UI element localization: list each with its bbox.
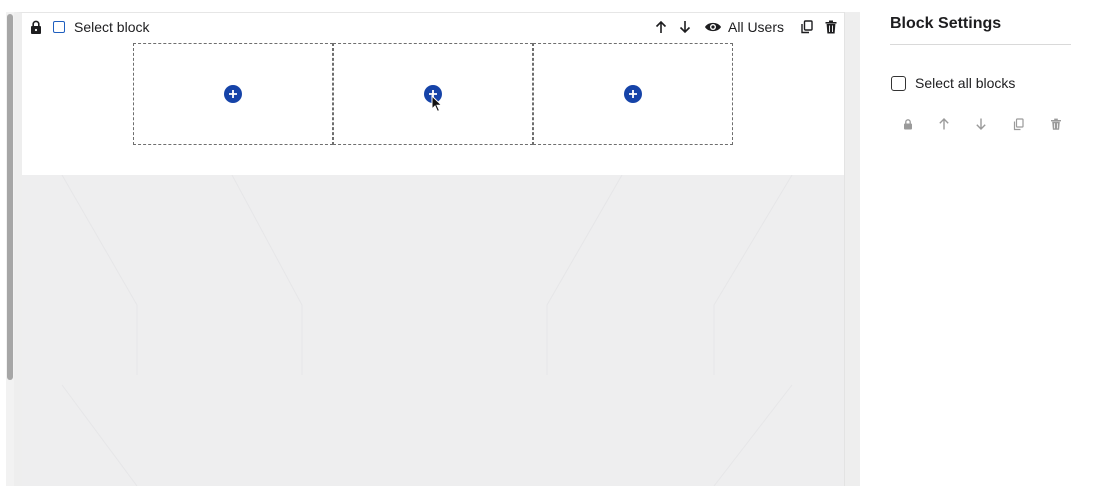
- lock-icon[interactable]: [901, 117, 915, 131]
- select-all-label[interactable]: Select all blocks: [915, 75, 1015, 92]
- arrow-up-icon[interactable]: [654, 20, 668, 34]
- select-block-label[interactable]: Select block: [74, 19, 149, 35]
- arrow-up-icon[interactable]: [937, 117, 951, 131]
- block-settings-panel: Block Settings Select all blocks: [862, 0, 1100, 486]
- copy-icon[interactable]: [801, 20, 813, 34]
- column-2[interactable]: [333, 43, 533, 145]
- empty-canvas-area: [22, 175, 844, 486]
- select-all-checkbox[interactable]: [891, 76, 906, 91]
- content-block[interactable]: Select block All Users: [22, 13, 844, 175]
- column-3[interactable]: [533, 43, 733, 145]
- editor-area: Select block All Users: [0, 0, 862, 486]
- plus-icon: [229, 90, 237, 98]
- arrow-down-icon[interactable]: [678, 20, 692, 34]
- scrollbar-thumb[interactable]: [7, 14, 13, 380]
- page-builder: Select block All Users Block Settings Se…: [0, 0, 1100, 486]
- plus-icon: [629, 90, 637, 98]
- lock-icon[interactable]: [30, 20, 42, 34]
- column-row: [133, 43, 733, 145]
- arrow-down-icon[interactable]: [974, 117, 988, 131]
- visibility-label[interactable]: All Users: [728, 19, 784, 35]
- canvas-right-rail: [844, 12, 860, 486]
- trash-icon[interactable]: [825, 20, 837, 34]
- eye-icon[interactable]: [704, 20, 722, 34]
- mouse-cursor-icon: [431, 94, 443, 113]
- settings-title: Block Settings: [890, 15, 1002, 32]
- background-pattern: [61, 175, 793, 486]
- add-content-button[interactable]: [224, 85, 242, 103]
- add-content-button[interactable]: [624, 85, 642, 103]
- trash-icon[interactable]: [1049, 117, 1063, 131]
- vertical-scrollbar[interactable]: [6, 12, 14, 486]
- column-1[interactable]: [133, 43, 333, 145]
- copy-icon[interactable]: [1012, 117, 1026, 131]
- select-block-checkbox[interactable]: [53, 21, 65, 33]
- divider: [890, 44, 1071, 45]
- block-toolbar: Select block All Users: [22, 13, 844, 41]
